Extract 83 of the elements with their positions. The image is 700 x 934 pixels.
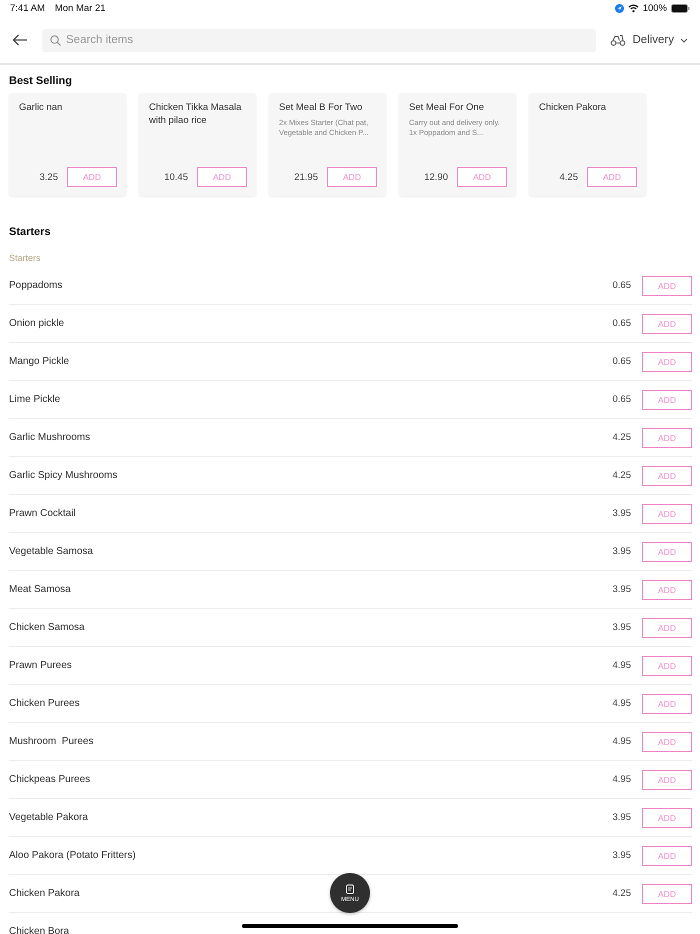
product-price: 4.25 bbox=[560, 172, 578, 182]
add-button[interactable]: ADD bbox=[197, 167, 247, 187]
item-price: 0.65 bbox=[612, 394, 631, 405]
item-price: 4.95 bbox=[612, 698, 631, 709]
add-button[interactable]: ADD bbox=[642, 694, 692, 714]
section-title: Best Selling bbox=[8, 75, 73, 87]
clipboard-icon bbox=[346, 884, 354, 894]
item-price: 3.95 bbox=[612, 850, 631, 861]
add-button[interactable]: ADD bbox=[642, 846, 692, 866]
item-name: Poppadoms bbox=[9, 280, 62, 291]
item-name: Onion pickle bbox=[9, 318, 64, 329]
add-button[interactable]: ADD bbox=[457, 167, 507, 187]
product-price: 10.45 bbox=[164, 172, 188, 182]
wifi-icon bbox=[628, 4, 639, 12]
item-name: Lime Pickle bbox=[9, 394, 60, 405]
status-time: 7:41 AM bbox=[10, 2, 45, 14]
product-price: 3.25 bbox=[40, 172, 58, 182]
product-price: 21.95 bbox=[294, 172, 318, 182]
item-price: 4.95 bbox=[612, 660, 631, 671]
location-icon bbox=[614, 4, 624, 12]
status-date: Mon Mar 21 bbox=[54, 2, 106, 14]
add-button[interactable]: ADD bbox=[642, 580, 692, 600]
item-name: Chicken Bora bbox=[9, 926, 70, 934]
item-price: 4.95 bbox=[612, 774, 631, 785]
item-price: 3.95 bbox=[612, 546, 631, 557]
item-name: Meat Samosa bbox=[9, 584, 71, 595]
search-field[interactable]: Search items bbox=[42, 28, 596, 52]
item-name: Chicken Pakora bbox=[9, 888, 80, 899]
category-label: Starters bbox=[8, 253, 42, 263]
section-title: Starters bbox=[8, 226, 52, 238]
item-price: 3.95 bbox=[612, 812, 631, 823]
item-name: Chickpeas Purees bbox=[9, 774, 90, 785]
item-price: 0.65 bbox=[612, 318, 631, 329]
item-price: 4.25 bbox=[612, 470, 631, 481]
search-icon bbox=[50, 34, 61, 46]
product-name: Chicken Pakora bbox=[539, 102, 608, 114]
item-name: Chicken Purees bbox=[9, 698, 80, 709]
add-button[interactable]: ADD bbox=[642, 884, 692, 904]
item-name: Vegetable Pakora bbox=[9, 812, 88, 823]
scooter-icon bbox=[610, 34, 626, 46]
add-button[interactable]: ADD bbox=[642, 732, 692, 752]
battery-percent: 100% bbox=[642, 2, 667, 14]
add-button[interactable]: ADD bbox=[642, 352, 692, 372]
item-name: Prawn Purees bbox=[9, 660, 72, 671]
add-button[interactable]: ADD bbox=[642, 504, 692, 524]
item-price: 4.95 bbox=[612, 736, 631, 747]
back-arrow-icon[interactable] bbox=[12, 34, 28, 46]
item-name: Garlic Spicy Mushrooms bbox=[9, 470, 118, 481]
add-button[interactable]: ADD bbox=[587, 167, 637, 187]
item-price: 3.95 bbox=[612, 508, 631, 519]
add-button[interactable]: ADD bbox=[642, 618, 692, 638]
add-button[interactable]: ADD bbox=[642, 656, 692, 676]
item-name: Mango Pickle bbox=[9, 356, 70, 367]
item-price: 0.65 bbox=[612, 280, 631, 291]
chevron-down-icon bbox=[680, 38, 688, 42]
battery-icon bbox=[671, 4, 690, 12]
item-name: Garlic Mushrooms bbox=[9, 432, 90, 443]
add-button[interactable]: ADD bbox=[642, 466, 692, 486]
add-button[interactable]: ADD bbox=[642, 276, 692, 296]
add-button[interactable]: ADD bbox=[327, 167, 377, 187]
item-price: 0.65 bbox=[612, 356, 631, 367]
add-button[interactable]: ADD bbox=[642, 542, 692, 562]
add-button[interactable]: ADD bbox=[642, 390, 692, 410]
item-name: Vegetable Samosa bbox=[9, 546, 93, 557]
item-price: 4.25 bbox=[612, 888, 631, 899]
item-name: Mushroom Purees bbox=[9, 736, 94, 747]
add-button[interactable]: ADD bbox=[642, 770, 692, 790]
item-price: 3.95 bbox=[612, 584, 631, 595]
item-price: 3.95 bbox=[612, 622, 631, 633]
product-name: Set Meal B For Two bbox=[279, 102, 364, 114]
add-button[interactable]: ADD bbox=[67, 167, 117, 187]
add-button[interactable]: ADD bbox=[642, 428, 692, 448]
item-price: 4.25 bbox=[612, 432, 631, 443]
item-name: Prawn Cocktail bbox=[9, 508, 76, 519]
product-name: Set Meal For One bbox=[409, 102, 485, 114]
delivery-dropdown[interactable]: Delivery bbox=[610, 34, 688, 46]
item-name: Chicken Samosa bbox=[9, 622, 85, 633]
add-button[interactable]: ADD bbox=[642, 314, 692, 334]
item-name: Aloo Pakora (Potato Fritters) bbox=[9, 850, 136, 861]
product-name: Garlic nan bbox=[19, 102, 64, 114]
product-name: Chicken Tikka Masala with pilao rice bbox=[149, 102, 242, 127]
product-price: 12.90 bbox=[424, 172, 448, 182]
add-button[interactable]: ADD bbox=[642, 808, 692, 828]
